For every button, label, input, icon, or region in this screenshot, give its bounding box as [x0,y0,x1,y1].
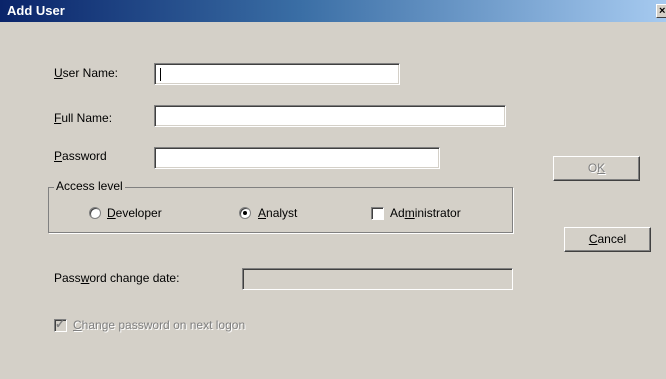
full-name-label: Full Name: [54,111,113,125]
administrator-checkbox-icon[interactable] [371,207,384,220]
developer-radio-label[interactable]: Developer [107,206,162,220]
access-level-legend: Access level [54,179,125,193]
close-icon[interactable]: × [656,4,666,18]
ok-button[interactable]: OK [553,156,640,181]
password-change-date-label: Password change date: [54,271,180,285]
change-password-checkbox-icon[interactable]: ✓ [54,317,67,332]
text-caret [160,68,161,81]
full-name-input[interactable] [154,105,506,127]
developer-radio-icon[interactable] [89,207,101,219]
change-password-label: Change password on next logon [73,318,246,332]
password-change-date-input[interactable] [242,268,513,290]
checkmark-icon: ✓ [55,317,66,331]
window-title: Add User [7,3,65,18]
administrator-checkbox-label[interactable]: Administrator [390,206,461,220]
user-name-input[interactable] [154,63,400,85]
password-label: Password [54,149,107,163]
cancel-button[interactable]: Cancel [564,227,651,252]
user-name-label: User Name: [54,66,119,80]
analyst-radio-label[interactable]: Analyst [258,206,297,220]
radio-selected-dot [243,211,247,215]
title-bar: Add User × [0,0,666,22]
analyst-radio-icon[interactable] [239,207,251,219]
password-input[interactable] [154,147,440,169]
